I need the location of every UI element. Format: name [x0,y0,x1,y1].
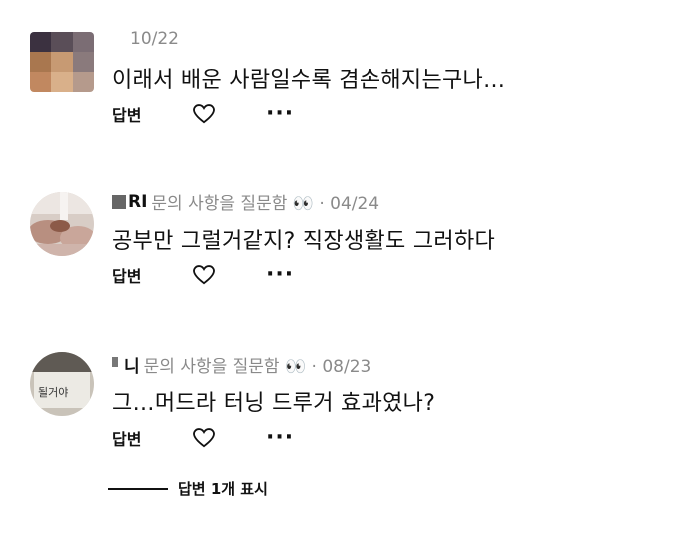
comment-actions: 답변 ··· [112,426,294,450]
avatar[interactable] [30,32,94,92]
reply-button[interactable]: 답변 [112,263,192,287]
reply-button[interactable]: 답변 [112,102,192,126]
reply-button[interactable]: 답변 [112,426,192,450]
comment-text: 이래서 배운 사람일수록 겸손해지는구나… [112,68,506,93]
show-replies-label: 답변 1개 표시 [178,480,268,498]
more-options-icon[interactable]: ··· [266,264,294,286]
divider-line [108,487,168,490]
comment-meta-text: 문의 사항을 질문함 👀 · 04/24 [151,194,380,214]
avatar-handwriting: 될거야 [38,385,68,399]
more-options-icon[interactable]: ··· [266,427,294,449]
comment-meta: 10/22 [130,29,179,49]
username[interactable]: RI [128,192,147,212]
more-options-icon[interactable]: ··· [266,103,294,125]
comment-actions: 답변 ··· [112,263,294,287]
heart-icon[interactable] [192,103,216,125]
heart-icon[interactable] [192,427,216,449]
user-badge [112,356,118,367]
comment-meta: 니 문의 사항을 질문함 👀 · 08/23 [112,352,371,377]
username[interactable]: 니 [124,352,140,377]
comment-date: 10/22 [130,29,179,49]
comment-meta: RI 문의 사항을 질문함 👀 · 04/24 [112,189,379,214]
heart-icon[interactable] [192,264,216,286]
show-replies-button[interactable]: 답변 1개 표시 [108,478,268,499]
comment-text: 그…머드라 터닝 드루거 효과였나? [112,391,436,416]
user-badge [112,194,126,209]
avatar[interactable]: 될거야 [30,352,94,416]
comment-text: 공부만 그럴거같지? 직장생활도 그러하다 [112,229,496,254]
avatar[interactable] [30,192,94,256]
comment-actions: 답변 ··· [112,102,294,126]
comment-meta-text: 문의 사항을 질문함 👀 · 08/23 [143,357,372,377]
